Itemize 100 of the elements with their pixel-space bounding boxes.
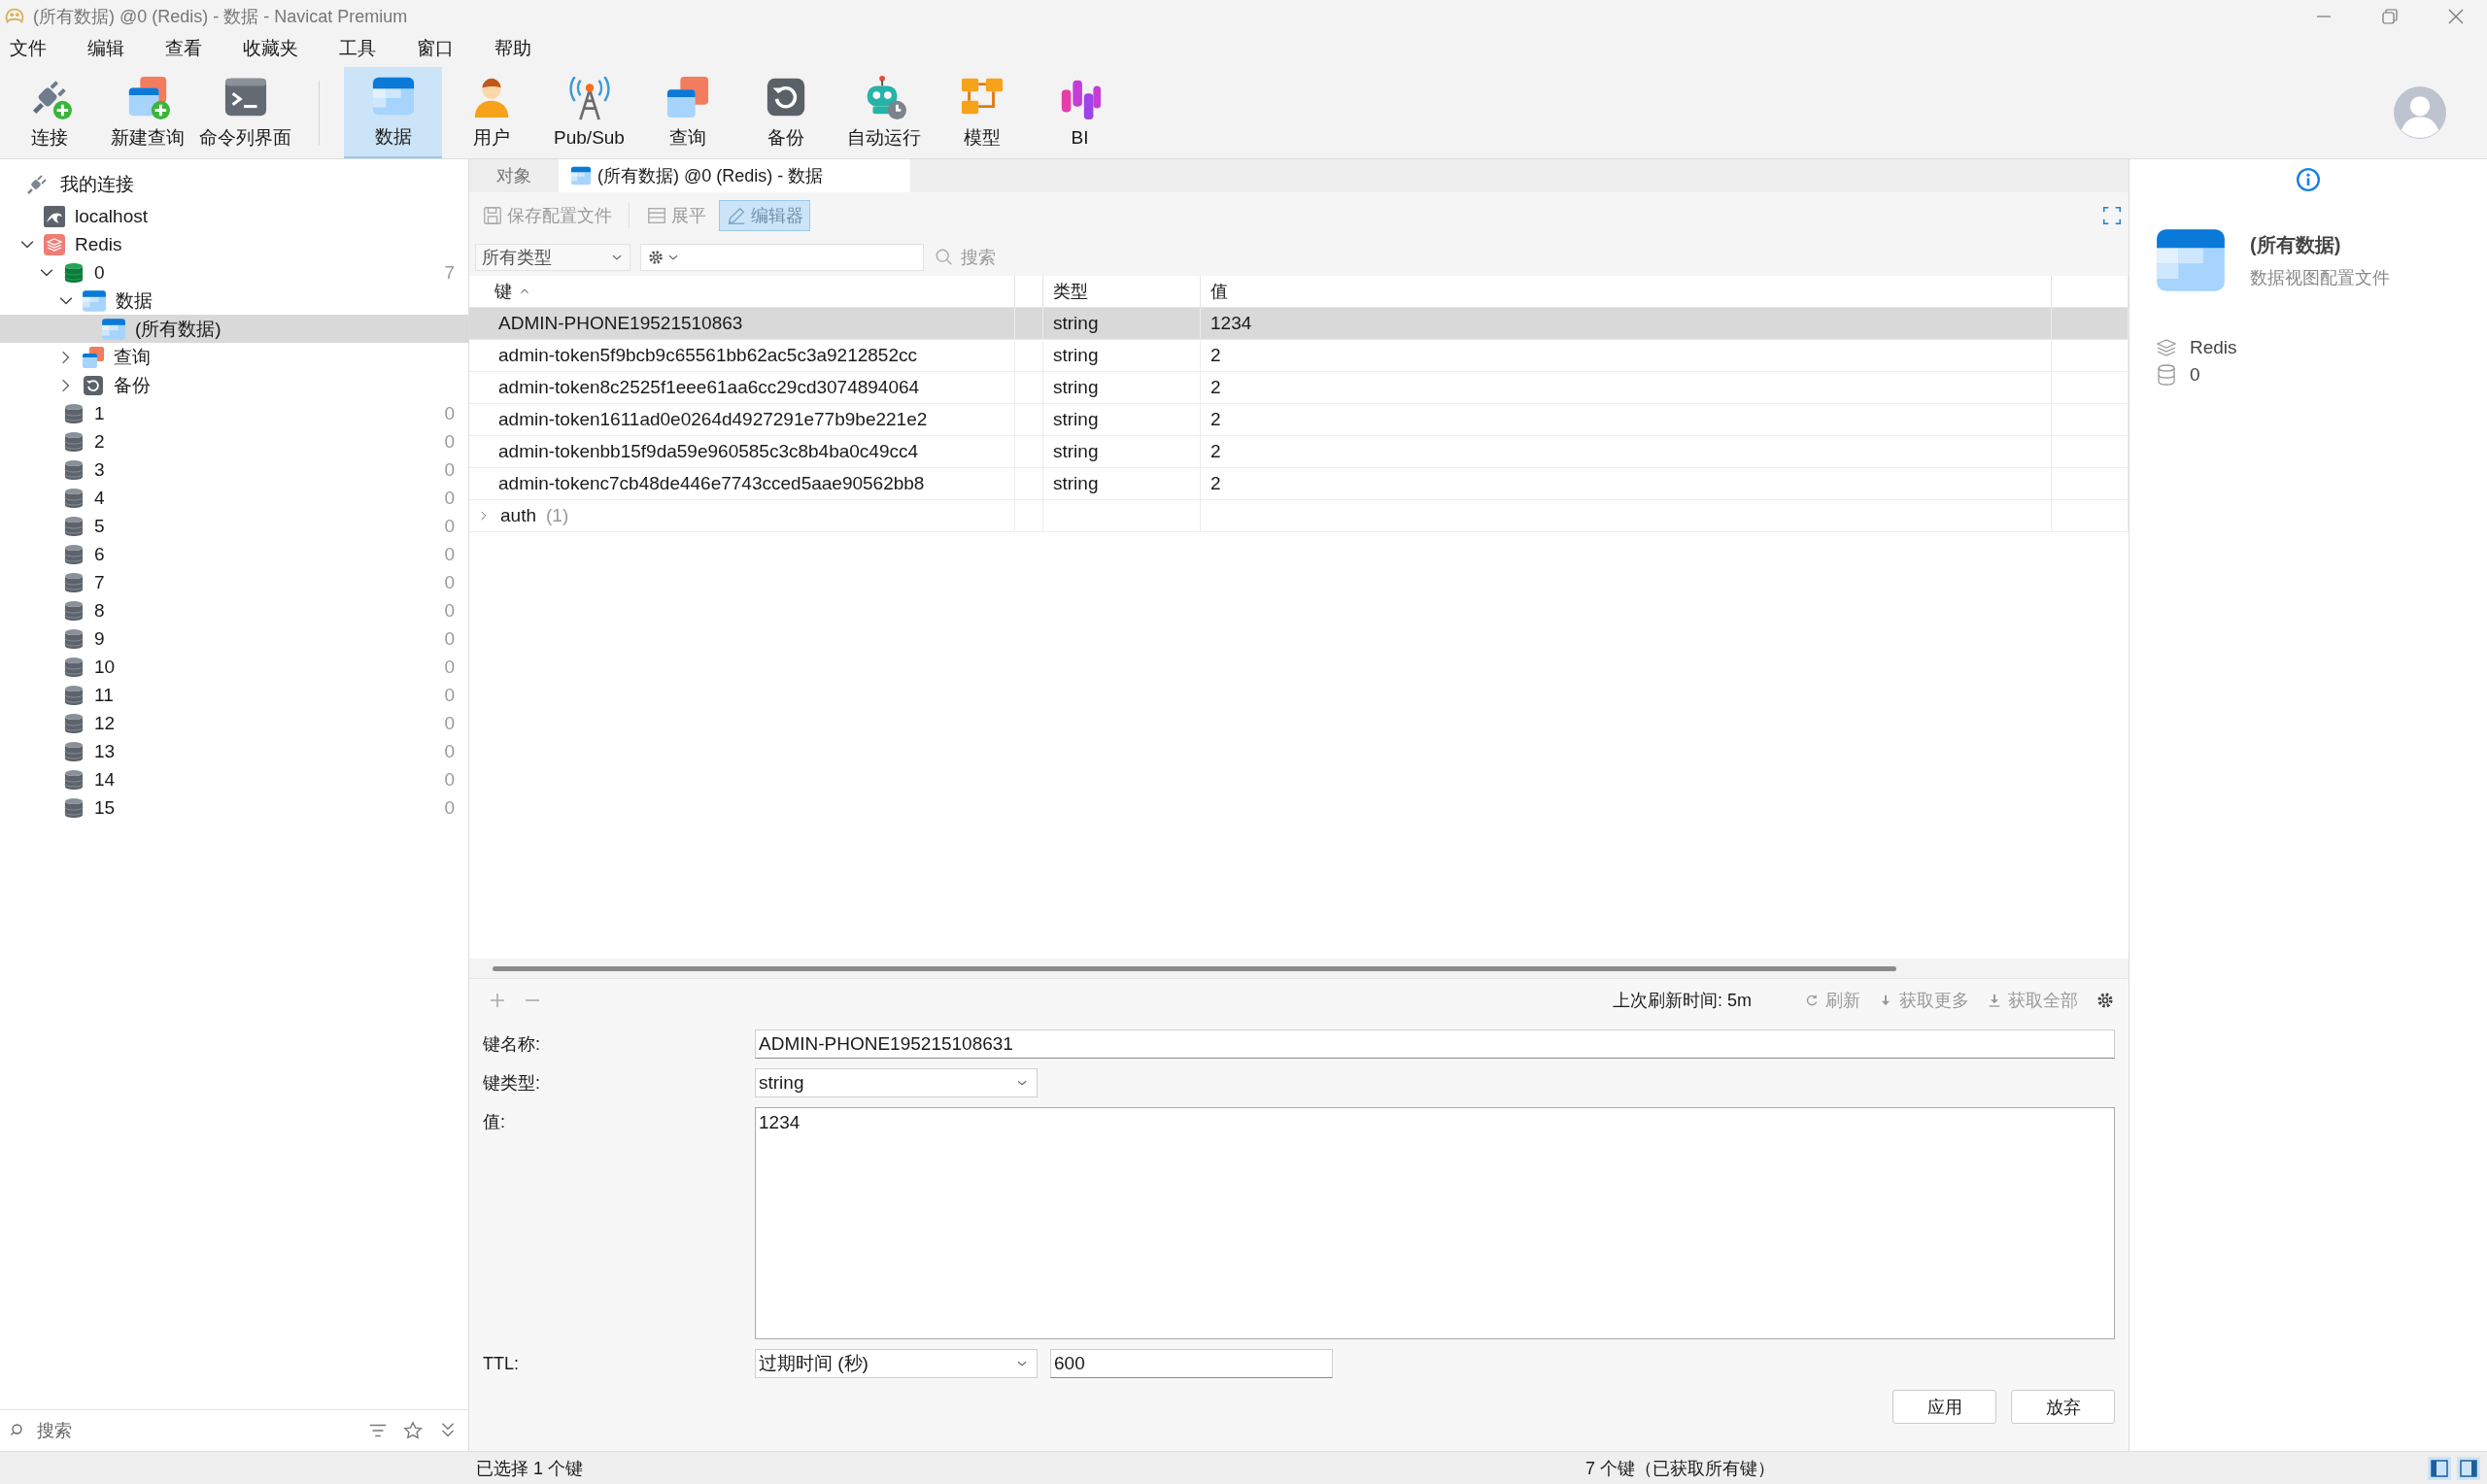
- tree-item[interactable]: 8 0: [0, 596, 468, 624]
- toolbar-button[interactable]: 模型: [933, 67, 1031, 158]
- item-count: 0: [444, 740, 455, 762]
- tree-item[interactable]: 1 0: [0, 399, 468, 427]
- item-count: 0: [444, 543, 455, 565]
- tab[interactable]: (所有数据) @0 (Redis) - 数据: [559, 159, 911, 192]
- menu-item[interactable]: 收藏夹: [241, 36, 316, 61]
- menu-item[interactable]: 查看: [163, 36, 220, 61]
- toolbar-button[interactable]: 备份: [736, 67, 835, 158]
- table-cell: admin-token5f9bcb9c65561bb62ac5c3a9212852cc: [469, 340, 1015, 372]
- star-icon[interactable]: [402, 1420, 424, 1441]
- field-label: 键类型:: [483, 1072, 541, 1095]
- refresh-time: 上次刷新时间: 5m: [1613, 990, 1752, 1012]
- tree-item[interactable]: 查询: [0, 343, 468, 371]
- item-count: 0: [444, 712, 455, 734]
- table-cell: string: [1043, 340, 1201, 372]
- toolbar-button[interactable]: 命令列界面: [196, 67, 294, 158]
- restore-icon[interactable]: [2380, 6, 2400, 26]
- plug-icon: [25, 173, 49, 196]
- tree-item[interactable]: 备份: [0, 371, 468, 399]
- menu-item[interactable]: 窗口: [415, 36, 471, 61]
- group-name: auth: [500, 505, 536, 526]
- tree-item[interactable]: localhost: [0, 202, 468, 230]
- tree-item[interactable]: 3 0: [0, 455, 468, 484]
- antenna-icon: [566, 77, 612, 121]
- history-icon: [82, 373, 105, 397]
- tree-item[interactable]: 11 0: [0, 681, 468, 709]
- tree-item[interactable]: 6 0: [0, 540, 468, 568]
- item-count: 0: [444, 627, 455, 650]
- toolbar-button[interactable]: Pub/Sub: [540, 67, 638, 158]
- tree-item[interactable]: (所有数据): [0, 315, 468, 343]
- scrollbar-thumb[interactable]: [493, 965, 1896, 971]
- table-cell: string: [1043, 404, 1201, 436]
- query-icon: [82, 345, 105, 369]
- empty-cell: [1015, 308, 1043, 340]
- tree-item[interactable]: 9 0: [0, 624, 468, 653]
- tree-item[interactable]: 12 0: [0, 709, 468, 737]
- save-icon: [482, 205, 503, 226]
- key-type-dropdown[interactable]: string: [755, 1068, 1038, 1097]
- window-title: (所有数据) @0 (Redis) - 数据 - Navicat Premium: [33, 5, 409, 28]
- table-cell: admin-tokenc7cb48de446e7743cced5aae90562bb8: [469, 468, 1015, 500]
- item-count: 0: [444, 430, 455, 453]
- dialog-button[interactable]: 应用: [1892, 1390, 1996, 1424]
- info-title: (所有数据): [2250, 232, 2342, 257]
- stack-icon: [43, 232, 66, 256]
- field-label: TTL:: [483, 1353, 520, 1375]
- tree-item[interactable]: 13 0: [0, 737, 468, 765]
- filter-field[interactable]: [640, 244, 924, 271]
- group-row-cell[interactable]: auth (1): [469, 500, 1015, 532]
- tab[interactable]: 对象: [469, 159, 559, 192]
- toolbar-button[interactable]: 查询: [638, 67, 736, 158]
- search-field[interactable]: 搜索: [35, 1419, 359, 1442]
- left-pane-icon[interactable]: [2427, 1455, 2452, 1481]
- right-pane-icon[interactable]: [2456, 1455, 2481, 1481]
- ttl-field[interactable]: 600: [1050, 1349, 1333, 1378]
- table-cell: string: [1043, 372, 1201, 404]
- key-name-field[interactable]: ADMIN-PHONE195215108631: [755, 1029, 2115, 1059]
- pencil-icon: [726, 205, 747, 226]
- table-cell: admin-tokenbb15f9da59e960585c3c8b4ba0c49cc4: [469, 436, 1015, 468]
- item-count: 0: [444, 571, 455, 593]
- tree-item[interactable]: 7 0: [0, 568, 468, 596]
- item-count: 0: [444, 768, 455, 791]
- gear-icon[interactable]: [647, 249, 664, 266]
- tree-item[interactable]: 2 0: [0, 427, 468, 455]
- dialog-button[interactable]: 放弃: [2011, 1390, 2115, 1424]
- toolbar-button[interactable]: BI: [1031, 67, 1129, 158]
- toolbar-button[interactable]: 用户: [442, 67, 540, 158]
- type-dropdown[interactable]: 所有类型: [475, 244, 630, 271]
- toolbar-button[interactable]: 自动运行: [835, 67, 933, 158]
- table-cell: 1234: [1201, 308, 2052, 340]
- fullscreen-icon[interactable]: [2101, 205, 2123, 226]
- ttl-mode-dropdown[interactable]: 过期时间 (秒): [755, 1349, 1038, 1378]
- tree-item[interactable]: 数据: [0, 287, 468, 315]
- tree-item[interactable]: 0 7: [0, 258, 468, 287]
- menu-item[interactable]: 文件: [8, 36, 64, 61]
- item-count: 0: [444, 402, 455, 424]
- table-cell: admin-token8c2525f1eee61aa6cc29cd3074894064: [469, 372, 1015, 404]
- settings-icon[interactable]: [2095, 991, 2115, 1010]
- tree-item[interactable]: 5 0: [0, 512, 468, 540]
- toolbar-button[interactable]: 新建查询: [98, 67, 196, 158]
- item-count: 0: [444, 656, 455, 678]
- table-icon: [82, 287, 107, 314]
- info-icon[interactable]: [2296, 167, 2321, 192]
- menu-item[interactable]: 编辑: [85, 36, 142, 61]
- tree-item[interactable]: 14 0: [0, 765, 468, 793]
- menu-item[interactable]: 帮助: [493, 36, 549, 61]
- status-text: 7 个键（已获取所有键）: [1584, 1457, 1776, 1480]
- tree-item[interactable]: 10 0: [0, 653, 468, 681]
- group-count: (1): [546, 505, 569, 526]
- toolbar-button[interactable]: 数据: [344, 67, 442, 158]
- value-field[interactable]: 1234: [755, 1107, 2115, 1339]
- table-cell: 2: [1201, 372, 2052, 404]
- tree-item[interactable]: Redis: [0, 230, 468, 258]
- info-detail: Redis: [2190, 337, 2237, 358]
- tree-item[interactable]: 15 0: [0, 793, 468, 822]
- item-count: 0: [444, 458, 455, 481]
- table-cell: string: [1043, 468, 1201, 500]
- toolbar-button[interactable]: 连接: [0, 67, 98, 158]
- tree-item[interactable]: 4 0: [0, 484, 468, 512]
- menu-item[interactable]: 工具: [337, 36, 393, 61]
